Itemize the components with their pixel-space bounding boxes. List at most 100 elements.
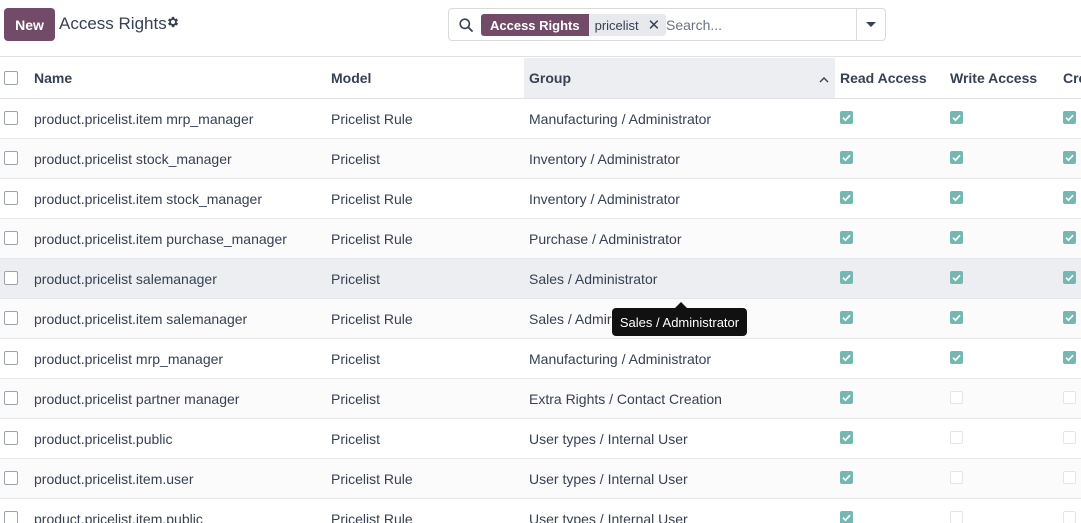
row-select-checkbox[interactable] (4, 111, 18, 125)
facet-value: pricelist (594, 17, 639, 33)
write-access-checkbox[interactable] (950, 391, 963, 404)
table-row[interactable]: product.pricelist.item.public Pricelist R… (0, 499, 1081, 523)
cell-model: Pricelist Rule (331, 110, 413, 127)
search-icon[interactable] (459, 18, 473, 32)
write-access-checkbox[interactable] (950, 231, 963, 244)
cell-model: Pricelist (331, 430, 381, 447)
cell-group: User types / Internal User (529, 430, 688, 447)
cell-name: product.pricelist.item salemanager (34, 310, 248, 327)
column-header-group[interactable]: Group (524, 58, 835, 98)
row-select-checkbox[interactable] (4, 271, 18, 285)
read-access-checkbox[interactable] (840, 311, 853, 324)
table-row[interactable]: product.pricelist.public Pricelist User ty… (0, 419, 1081, 459)
cell-group: User types / Internal User (529, 470, 688, 487)
read-access-checkbox[interactable] (840, 511, 853, 523)
table-row[interactable]: product.pricelist.item stock_manager Pric… (0, 179, 1081, 219)
new-button[interactable]: New (4, 8, 55, 41)
column-header-create-access[interactable]: Cre (1063, 58, 1081, 98)
read-access-checkbox[interactable] (840, 431, 853, 444)
group-tooltip: Sales / Administrator (612, 302, 747, 336)
cell-group: Inventory / Administrator (529, 190, 680, 207)
table-row[interactable]: product.pricelist.item salemanager Pricel… (0, 299, 1081, 339)
table-header: Name Model Group Read Access Write Acces… (0, 58, 1081, 99)
read-access-checkbox[interactable] (840, 151, 853, 164)
write-access-checkbox[interactable] (950, 471, 963, 484)
access-rights-table: Name Model Group Read Access Write Acces… (0, 58, 1081, 523)
cell-name: product.pricelist.item.public (34, 510, 203, 523)
column-header-name[interactable]: Name (34, 58, 324, 98)
row-select-checkbox[interactable] (4, 511, 18, 523)
facet-remove-icon[interactable]: ✕ (648, 18, 661, 33)
cell-model: Pricelist (331, 270, 381, 287)
row-select-checkbox[interactable] (4, 151, 18, 165)
gear-icon[interactable] (166, 15, 180, 29)
cell-name: product.pricelist.item.user (34, 470, 194, 487)
table-row[interactable]: product.pricelist stock_manager Pricelist… (0, 139, 1081, 179)
search-options-toggle[interactable] (856, 9, 885, 40)
column-header-read-access[interactable]: Read Access (840, 58, 945, 98)
read-access-checkbox[interactable] (840, 271, 853, 284)
row-select-checkbox[interactable] (4, 191, 18, 205)
read-access-checkbox[interactable] (840, 351, 853, 364)
row-select-checkbox[interactable] (4, 391, 18, 405)
create-access-checkbox[interactable] (1063, 391, 1076, 404)
row-select-checkbox[interactable] (4, 471, 18, 485)
control-panel: New Access Rights Access Rights pricelis… (0, 0, 1081, 57)
create-access-checkbox[interactable] (1063, 311, 1076, 324)
column-header-group-label: Group (529, 70, 571, 86)
cell-name: product.pricelist.item stock_manager (34, 190, 262, 207)
read-access-checkbox[interactable] (840, 111, 853, 124)
column-header-write-access[interactable]: Write Access (950, 58, 1058, 98)
read-access-checkbox[interactable] (840, 191, 853, 204)
select-all-cell (0, 58, 30, 98)
cell-group: Purchase / Administrator (529, 230, 682, 247)
write-access-checkbox[interactable] (950, 311, 963, 324)
table-row[interactable]: product.pricelist salemanager Pricelist Sa… (0, 259, 1081, 299)
table-row[interactable]: product.pricelist mrp_manager Pricelist Ma… (0, 339, 1081, 379)
create-access-checkbox[interactable] (1063, 271, 1076, 284)
create-access-checkbox[interactable] (1063, 111, 1076, 124)
table-row[interactable]: product.pricelist partner manager Priceli… (0, 379, 1081, 419)
write-access-checkbox[interactable] (950, 151, 963, 164)
column-header-model[interactable]: Model (331, 58, 521, 98)
row-select-checkbox[interactable] (4, 431, 18, 445)
cell-name: product.pricelist stock_manager (34, 150, 232, 167)
cell-model: Pricelist Rule (331, 230, 413, 247)
row-select-checkbox[interactable] (4, 311, 18, 325)
create-access-checkbox[interactable] (1063, 231, 1076, 244)
create-access-checkbox[interactable] (1063, 431, 1076, 444)
cell-model: Pricelist (331, 390, 381, 407)
cell-name: product.pricelist salemanager (34, 270, 217, 287)
facet-value-wrap: pricelist ✕ (588, 14, 667, 36)
cell-model: Pricelist Rule (331, 310, 413, 327)
select-all-checkbox[interactable] (4, 71, 18, 85)
create-access-checkbox[interactable] (1063, 471, 1076, 484)
table-row[interactable]: product.pricelist.item purchase_manager P… (0, 219, 1081, 259)
row-select-checkbox[interactable] (4, 231, 18, 245)
write-access-checkbox[interactable] (950, 351, 963, 364)
read-access-checkbox[interactable] (840, 471, 853, 484)
read-access-checkbox[interactable] (840, 391, 853, 404)
create-access-checkbox[interactable] (1063, 511, 1076, 523)
write-access-checkbox[interactable] (950, 191, 963, 204)
read-access-checkbox[interactable] (840, 231, 853, 244)
write-access-checkbox[interactable] (950, 431, 963, 444)
cell-group: Extra Rights / Contact Creation (529, 390, 722, 407)
table-body: product.pricelist.item mrp_manager Pricel… (0, 99, 1081, 523)
cell-name: product.pricelist.public (34, 430, 173, 447)
search-input[interactable] (666, 14, 851, 36)
write-access-checkbox[interactable] (950, 511, 963, 523)
table-row[interactable]: product.pricelist.item mrp_manager Pricel… (0, 99, 1081, 139)
create-access-checkbox[interactable] (1063, 191, 1076, 204)
facet-label: Access Rights (481, 14, 589, 36)
create-access-checkbox[interactable] (1063, 351, 1076, 364)
create-access-checkbox[interactable] (1063, 151, 1076, 164)
cell-model: Pricelist (331, 350, 381, 367)
cell-model: Pricelist Rule (331, 510, 413, 523)
write-access-checkbox[interactable] (950, 111, 963, 124)
write-access-checkbox[interactable] (950, 271, 963, 284)
cell-name: product.pricelist.item purchase_manager (34, 230, 287, 247)
search-bar: Access Rights pricelist ✕ (448, 8, 886, 41)
row-select-checkbox[interactable] (4, 351, 18, 365)
table-row[interactable]: product.pricelist.item.user Pricelist Rul… (0, 459, 1081, 499)
